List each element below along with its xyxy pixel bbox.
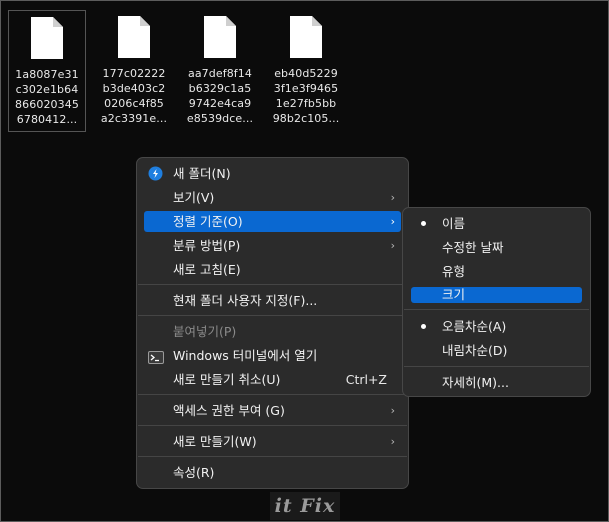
file-item[interactable]: 1a8087e31 c302e1b64 866020345 6780412... — [8, 10, 86, 132]
file-name: aa7def8f14 b6329c1a5 9742e4ca9 e8539dce... — [186, 67, 254, 125]
file-item[interactable]: aa7def8f14 b6329c1a5 9742e4ca9 e8539dce... — [181, 10, 259, 132]
menu-item-view[interactable]: 보기(V) › — [144, 187, 401, 208]
menu-item-group-by[interactable]: 분류 방법(P) › — [144, 235, 401, 256]
chevron-right-icon: › — [390, 435, 395, 448]
menu-item-give-access[interactable]: 액세스 권한 부여 (G) › — [144, 400, 401, 421]
menu-item-new[interactable]: 새로 만들기(W) › — [144, 431, 401, 452]
menu-separator — [138, 284, 407, 285]
file-item[interactable]: eb40d5229 3f1e3f9465 1e27fb5bb 98b2c105... — [267, 10, 345, 132]
menu-item-open-terminal[interactable]: Windows 터미널에서 열기 — [144, 345, 401, 366]
chevron-right-icon: › — [390, 191, 395, 204]
menu-separator — [138, 456, 407, 457]
sort-submenu: 이름 수정한 날짜 유형 크기 오름차순(A) 내림차순(D) 자세히(M)..… — [402, 207, 591, 397]
chevron-right-icon: › — [390, 239, 395, 252]
new-folder-icon — [148, 166, 163, 187]
document-icon — [203, 15, 237, 59]
menu-item-refresh[interactable]: 새로 고침(E) — [144, 259, 401, 280]
selected-dot-icon — [421, 221, 426, 226]
document-icon — [289, 15, 323, 59]
menu-separator — [404, 309, 589, 310]
chevron-right-icon: › — [390, 215, 395, 228]
file-name: 1a8087e31 c302e1b64 866020345 6780412... — [15, 68, 79, 126]
sort-option-ascending[interactable]: 오름차순(A) — [411, 316, 582, 337]
menu-separator — [404, 366, 589, 367]
sort-option-descending[interactable]: 내림차순(D) — [411, 340, 582, 361]
context-menu: 새 폴더(N) 보기(V) › 정렬 기준(O) › 분류 방법(P) › 새로… — [136, 157, 409, 489]
watermark: it Fix — [270, 492, 340, 520]
document-icon — [30, 16, 64, 60]
file-item[interactable]: 177c02222 b3de403c2 0206c4f85 a2c3391e... — [95, 10, 173, 132]
sort-option-type[interactable]: 유형 — [411, 261, 582, 282]
sort-option-date-modified[interactable]: 수정한 날짜 — [411, 237, 582, 258]
sort-option-name[interactable]: 이름 — [411, 213, 582, 234]
menu-separator — [138, 315, 407, 316]
selected-dot-icon — [421, 324, 426, 329]
shortcut-label: Ctrl+Z — [345, 372, 387, 387]
menu-item-customize-folder[interactable]: 현재 폴더 사용자 지정(F)... — [144, 290, 401, 311]
menu-item-new-folder[interactable]: 새 폴더(N) — [144, 163, 401, 184]
menu-item-paste[interactable]: 붙여넣기(P) — [144, 321, 401, 342]
sort-option-size[interactable]: 크기 — [411, 287, 582, 303]
menu-separator — [138, 394, 407, 395]
file-name: eb40d5229 3f1e3f9465 1e27fb5bb 98b2c105... — [272, 67, 340, 125]
sort-option-more[interactable]: 자세히(M)... — [411, 372, 582, 393]
menu-item-properties[interactable]: 속성(R) — [144, 462, 401, 483]
chevron-right-icon: › — [390, 404, 395, 417]
menu-item-sort-by[interactable]: 정렬 기준(O) › — [144, 211, 401, 232]
terminal-icon — [148, 349, 164, 370]
menu-separator — [138, 425, 407, 426]
file-name: 177c02222 b3de403c2 0206c4f85 a2c3391e... — [100, 67, 168, 125]
document-icon — [117, 15, 151, 59]
menu-item-undo-new[interactable]: 새로 만들기 취소(U) Ctrl+Z — [144, 369, 401, 390]
